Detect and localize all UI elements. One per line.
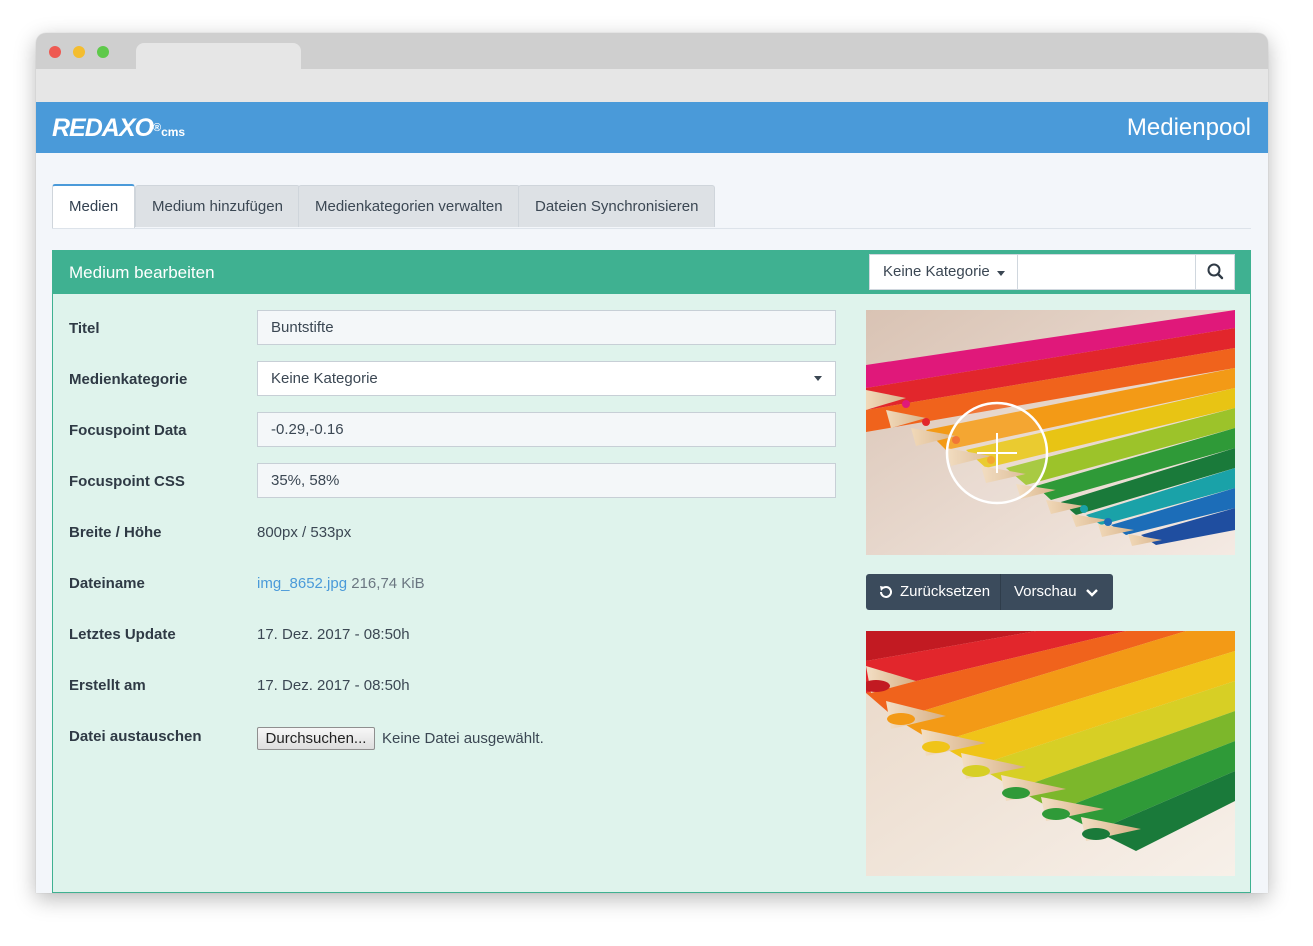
preview-image (866, 631, 1235, 876)
category-select-value: Keine Kategorie (271, 370, 378, 387)
preview-button-group: Zurücksetzen Vorschau (866, 574, 1113, 610)
preview-toggle-button[interactable]: Vorschau (1002, 574, 1113, 610)
focuspoint-data-label: Focuspoint Data (69, 422, 187, 439)
created-label: Erstellt am (69, 677, 146, 694)
title-label: Titel (69, 320, 100, 337)
tab-bar: Medien Medium hinzufügen Medienkategorie… (52, 183, 1251, 229)
browser-window: REDAXO®cms Medienpool Medien Medium hinz… (36, 33, 1268, 893)
search-icon (1207, 263, 1224, 280)
browser-titlebar (36, 33, 1268, 69)
category-select[interactable]: Keine Kategorie (257, 361, 836, 396)
reset-button[interactable]: Zurücksetzen (866, 574, 1001, 610)
filename-link[interactable]: img_8652.jpg (257, 575, 347, 592)
search-input[interactable] (1018, 254, 1196, 290)
browser-tab[interactable] (136, 43, 301, 69)
chevron-down-icon (1086, 589, 1098, 597)
category-label: Medienkategorie (69, 371, 188, 388)
edit-media-panel: Medium bearbeiten Keine Kategorie Titel … (52, 250, 1251, 893)
tab-medium-hinzufuegen[interactable]: Medium hinzufügen (135, 185, 300, 227)
page-title: Medienpool (1126, 114, 1251, 141)
title-input[interactable]: Buntstifte (257, 310, 836, 345)
redaxo-logo[interactable]: REDAXO®cms (52, 115, 185, 145)
browse-button[interactable]: Durchsuchen... (257, 727, 375, 750)
category-filter-dropdown[interactable]: Keine Kategorie (869, 254, 1018, 290)
logo-registered: ® (152, 122, 162, 134)
browser-toolbar (36, 69, 1268, 102)
caret-down-icon (814, 376, 822, 381)
dimensions-label: Breite / Höhe (69, 524, 162, 541)
filename-value: img_8652.jpg 216,74 KiB (257, 575, 425, 593)
reset-button-label: Zurücksetzen (900, 583, 991, 600)
logo-main: REDAXO (52, 114, 154, 142)
undo-icon (880, 586, 892, 598)
filename-label: Dateiname (69, 575, 145, 592)
tab-medienkategorien-verwalten[interactable]: Medienkategorien verwalten (298, 185, 520, 227)
last-update-value: 17. Dez. 2017 - 08:50h (257, 626, 410, 643)
minimize-window-icon[interactable] (73, 46, 85, 58)
maximize-window-icon[interactable] (97, 46, 109, 58)
preview-button-label: Vorschau (1014, 583, 1077, 600)
panel-header: Medium bearbeiten Keine Kategorie (53, 251, 1250, 294)
last-update-label: Letztes Update (69, 626, 176, 643)
replace-file-label: Datei austauschen (69, 728, 202, 745)
focuspoint-image[interactable] (866, 310, 1235, 555)
search-button[interactable] (1195, 254, 1235, 290)
filesize-text: 216,74 KiB (347, 575, 425, 592)
focuspoint-data-input[interactable]: -0.29,-0.16 (257, 412, 836, 447)
focuspoint-css-label: Focuspoint CSS (69, 473, 185, 490)
caret-down-icon (997, 271, 1005, 276)
dimensions-value: 800px / 533px (257, 524, 352, 541)
logo-cms: cms (161, 125, 186, 139)
panel-title: Medium bearbeiten (69, 263, 215, 282)
tab-dateien-synchronisieren[interactable]: Dateien Synchronisieren (518, 185, 716, 227)
main-content: Medien Medium hinzufügen Medienkategorie… (52, 183, 1251, 893)
tab-medien[interactable]: Medien (52, 184, 136, 228)
focuspoint-marker-icon[interactable] (866, 310, 1235, 555)
category-filter-value: Keine Kategorie (883, 263, 990, 280)
close-window-icon[interactable] (49, 46, 61, 58)
no-file-text: Keine Datei ausgewählt. (382, 730, 544, 747)
focuspoint-css-input[interactable]: 35%, 58% (257, 463, 836, 498)
created-value: 17. Dez. 2017 - 08:50h (257, 677, 410, 694)
app-header: REDAXO®cms Medienpool (36, 102, 1268, 153)
pencils-preview-image (866, 631, 1235, 876)
